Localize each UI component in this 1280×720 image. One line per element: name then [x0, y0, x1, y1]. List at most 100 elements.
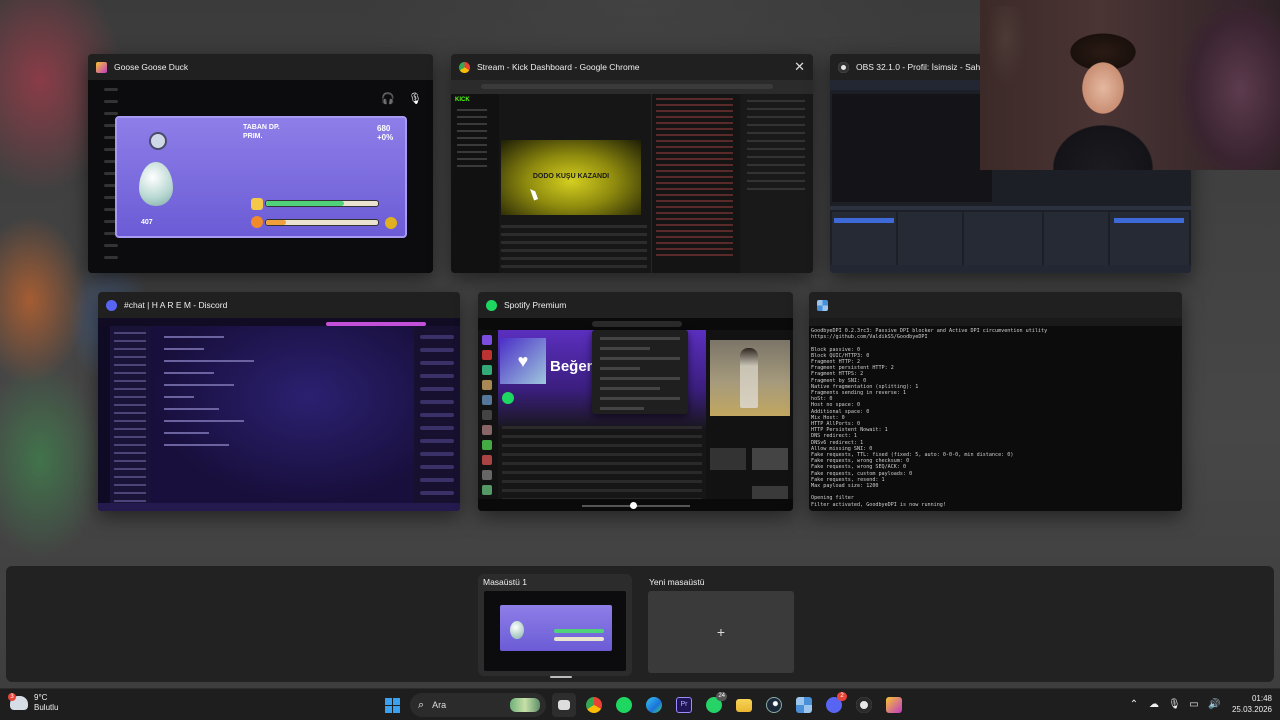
edge-icon	[646, 697, 662, 713]
audio-mixer-panel	[964, 212, 1042, 270]
library-sidebar	[478, 330, 496, 510]
taban-label: TABAN DP.	[243, 124, 280, 131]
window-title: #chat | H A R E M - Discord	[124, 300, 228, 310]
obs-icon	[856, 697, 872, 713]
taskbar-obs[interactable]	[852, 693, 876, 717]
desktop-1-thumbnail	[484, 591, 626, 671]
chrome-icon	[459, 61, 470, 73]
stream-overlay-text: DODO KUŞU KAZANDI	[532, 173, 610, 180]
progress-bar-green	[265, 200, 379, 207]
whatsapp-badge: 24	[716, 692, 727, 701]
discord-icon	[106, 299, 117, 311]
taskbar-premiere[interactable]: Pr	[672, 693, 696, 717]
weather-widget[interactable]: 3 9°C Bulutlu	[8, 693, 58, 713]
chrome-icon	[586, 697, 602, 713]
clock[interactable]: 01:48 25.03.2026	[1232, 693, 1272, 715]
prim-label: PRIM.	[243, 133, 263, 140]
transitions-panel	[1044, 212, 1108, 270]
egg-icon	[139, 162, 173, 206]
search-dropdown	[592, 330, 688, 414]
microphone-icon: 🎙	[408, 93, 422, 105]
active-desktop-indicator	[550, 676, 572, 678]
window-preview: GoodbyeDPI 0.2.3rc3: Passive DPI blocker…	[809, 318, 1182, 511]
taskbar-file-explorer[interactable]	[732, 693, 756, 717]
artist-image	[710, 340, 790, 416]
fire-icon	[251, 216, 263, 228]
start-button[interactable]	[380, 693, 404, 717]
taskbar-spotify[interactable]	[612, 693, 636, 717]
related-thumb	[752, 448, 788, 470]
weather-badge: 3	[8, 693, 16, 701]
window-goose-goose-duck[interactable]: Goose Goose Duck 🎧 🎙 TABAN DP. PRIM. 680…	[88, 54, 433, 273]
new-desktop-label: Yeni masaüstü	[649, 577, 705, 587]
new-desktop-box[interactable]: +	[648, 591, 794, 673]
clock-date: 25.03.2026	[1231, 705, 1272, 714]
terminal-line: Filter activated, GoodbyeDPI is now runn…	[811, 501, 946, 508]
window-header[interactable]: Stream - Kick Dashboard - Google Chrome	[451, 54, 813, 80]
address-bar	[481, 84, 773, 89]
weather-temp: 9°C	[34, 693, 48, 702]
window-preview	[98, 318, 460, 511]
network-icon[interactable]: ☁	[1148, 699, 1160, 710]
desktop-1-label: Masaüstü 1	[483, 577, 527, 587]
taskbar-steam[interactable]	[762, 693, 786, 717]
goodbyedpi-icon	[817, 299, 828, 311]
taskbar-discord[interactable]: 2	[822, 692, 847, 717]
window-header[interactable]: Spotify Premium	[478, 292, 793, 318]
premiere-icon: Pr	[676, 697, 692, 713]
speaker-icon[interactable]: 🔊	[1208, 699, 1220, 710]
window-preview: ♥ Beğeni	[478, 318, 793, 511]
channel-list	[110, 326, 150, 511]
new-desktop-button[interactable]: Yeni masaüstü +	[644, 574, 798, 676]
headphones-icon: 🎧	[381, 93, 395, 105]
window-discord[interactable]: #chat | H A R E M - Discord	[98, 292, 460, 511]
window-header[interactable]: Goose Goose Duck	[88, 54, 433, 80]
microphone-icon[interactable]: 🎙	[1168, 699, 1181, 710]
window-preview: KICK DODO KUŞU KAZANDI	[451, 80, 813, 273]
chat-panel	[651, 94, 739, 273]
chat-messages	[150, 326, 414, 503]
steam-icon	[766, 697, 782, 713]
taskbar-search[interactable]: ⌕ Ara	[410, 693, 546, 717]
taskbar-chrome[interactable]	[582, 693, 606, 717]
close-button[interactable]: ✕	[794, 60, 805, 73]
taskbar-goose-goose-duck[interactable]	[882, 693, 906, 717]
webcam-overlay	[980, 0, 1280, 170]
pause-button	[630, 502, 637, 509]
player-bar	[478, 499, 793, 511]
spotify-icon	[616, 697, 632, 713]
search-highlight-icon	[510, 698, 540, 712]
goose-goose-duck-icon	[96, 61, 107, 73]
weather-condition: Bulutlu	[34, 703, 59, 712]
weather-text: 9°C Bulutlu	[34, 693, 58, 713]
taskbar-edge[interactable]	[642, 693, 666, 717]
kick-logo: KICK	[455, 97, 470, 103]
coin-icon	[149, 132, 167, 150]
gold-coin-icon	[385, 217, 397, 229]
cloud-icon: 3	[8, 693, 28, 710]
user-panel	[98, 503, 460, 511]
window-header[interactable]: #chat | H A R E M - Discord	[98, 292, 460, 318]
chevron-up-icon[interactable]: ⌃	[1128, 699, 1140, 710]
goose-goose-duck-icon	[886, 697, 902, 713]
search-placeholder: Ara	[432, 700, 447, 710]
window-header[interactable]	[809, 292, 1182, 318]
window-preview: 🎧 🎙 TABAN DP. PRIM. 680 +0% 407	[88, 80, 433, 273]
display-icon[interactable]: ▭	[1188, 699, 1200, 710]
window-spotify[interactable]: Spotify Premium ♥ Beğeni	[478, 292, 793, 511]
desktop-1[interactable]: Masaüstü 1	[478, 574, 632, 676]
virtual-desktops-bar: Masaüstü 1 Yeni masaüstü +	[6, 566, 1274, 682]
app-icon	[796, 697, 812, 713]
search-icon: ⌕	[418, 698, 425, 711]
spotify-search	[592, 321, 682, 327]
rank-card: TABAN DP. PRIM. 680 +0% 407	[115, 116, 407, 238]
taskbar-whatsapp[interactable]: 24	[702, 692, 727, 717]
plus-icon: +	[716, 624, 726, 640]
taskbar-app[interactable]	[792, 693, 816, 717]
window-title: Stream - Kick Dashboard - Google Chrome	[477, 62, 640, 72]
controls-panel	[1110, 212, 1189, 270]
window-terminal-goodbyedpi[interactable]: GoodbyeDPI 0.2.3rc3: Passive DPI blocker…	[809, 292, 1182, 511]
window-chrome-kick-dashboard[interactable]: Stream - Kick Dashboard - Google Chrome …	[451, 54, 813, 273]
related-thumb	[710, 448, 746, 470]
task-view-button[interactable]	[552, 693, 576, 717]
